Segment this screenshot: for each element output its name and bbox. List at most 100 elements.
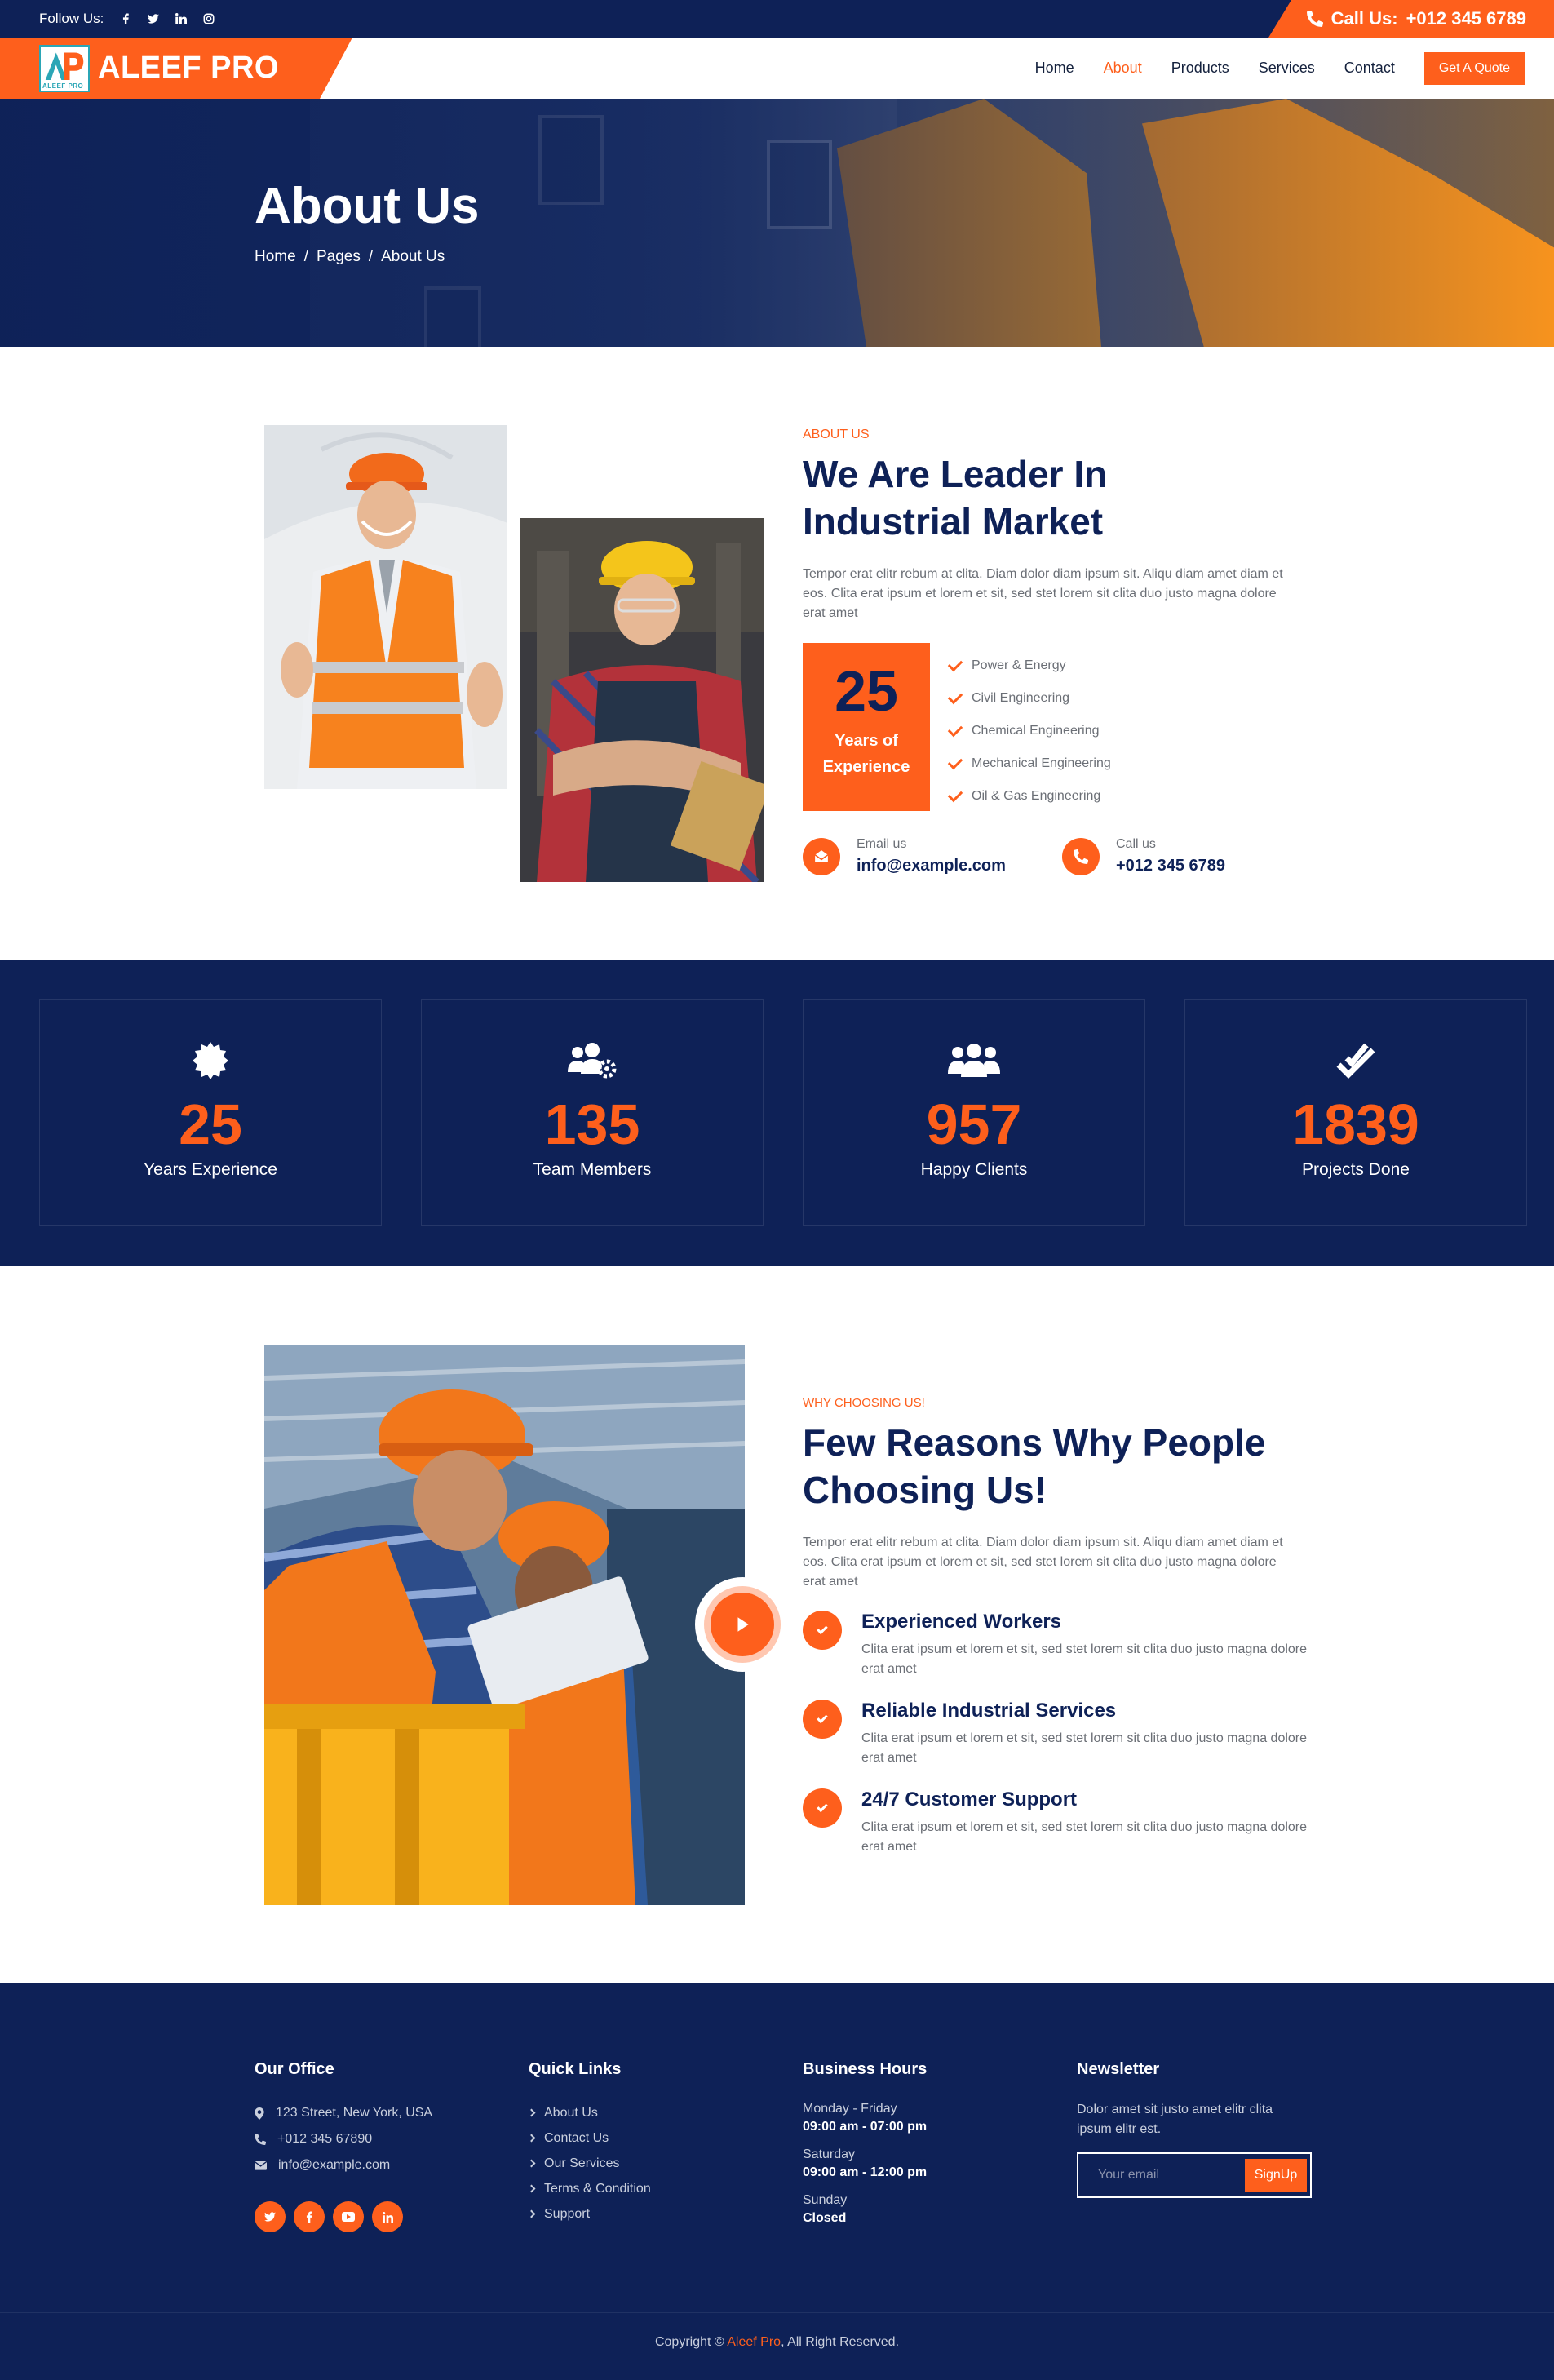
linkedin-icon[interactable] [372,2201,403,2232]
get-a-quote-button[interactable]: Get A Quote [1423,51,1525,85]
why-title-line2: Choosing Us! [803,1469,1047,1511]
call-number[interactable]: +012 345 6789 [1406,8,1526,29]
stats-section: 25 Years Experience 135 Team Members 957… [0,960,1554,1266]
stat-team-members: 135 Team Members [421,999,764,1226]
users-cog-icon [422,1036,763,1085]
instagram-icon[interactable] [203,13,215,24]
nav-contact[interactable]: Contact [1344,60,1395,77]
newsletter-text: Dolor amet sit justo amet elitr clita ip… [1077,2103,1273,2136]
checklist-item: Mechanical Engineering [947,747,1111,780]
call-label: Call Us: [1330,8,1398,29]
footer-newsletter: Newsletter Dolor amet sit justo amet eli… [1077,2060,1322,2198]
footer-link-label: Contact Us [544,2130,609,2145]
nav-home[interactable]: Home [1035,60,1074,77]
feature-title: 24/7 Customer Support [861,1788,1078,1810]
stat-number: 957 [926,1092,1022,1156]
main-navbar: ALEEF PRO ALEEF PRO Home About Products … [0,38,1554,99]
nav-about[interactable]: About [1104,60,1142,77]
footer-link-about[interactable]: About Us [527,2100,757,2125]
twitter-icon[interactable] [148,13,160,24]
email-contact[interactable]: Email us info@example.com [803,837,1006,875]
hours-day: Sunday [803,2193,848,2207]
experience-text: Years of Experience [803,728,930,780]
check-icon [947,754,963,770]
phone-icon [1062,837,1100,875]
breadcrumb-pages[interactable]: Pages [317,248,361,266]
logo-mark: ALEEF PRO [39,44,90,92]
footer-link-services[interactable]: Our Services [527,2151,757,2176]
checklist-label: Mechanical Engineering [972,756,1111,770]
about-image-1 [264,425,507,789]
brand-logo[interactable]: ALEEF PRO ALEEF PRO [0,38,352,99]
copyright-suffix: , All Right Reserved. [781,2335,900,2349]
checklist-label: Chemical Engineering [972,724,1100,738]
youtube-icon[interactable] [333,2201,364,2232]
footer-link-label: Support [544,2206,591,2221]
hours-time: 09:00 am - 07:00 pm [803,2120,928,2134]
phone-contact[interactable]: Call us +012 345 6789 [1062,837,1225,875]
copyright-brand-link[interactable]: Aleef Pro [727,2335,781,2349]
stat-number: 25 [179,1092,242,1156]
facebook-icon[interactable] [294,2201,325,2232]
why-sub-label: WHY CHOOSING US! [803,1396,925,1410]
newsletter-form: Your email SignUp [1077,2152,1312,2198]
footer-link-support[interactable]: Support [527,2201,757,2227]
map-marker-icon [255,2107,264,2120]
copyright-prefix: Copyright © [654,2335,728,2349]
hours-day: Monday - Friday [803,2102,897,2116]
service-checklist: Power & Energy Civil Engineering Chemica… [947,649,1111,813]
chevron-right-icon [527,2184,536,2193]
footer-email-text[interactable]: info@example.com [278,2158,390,2173]
about-image-2 [520,518,764,882]
nav-menu: Home About Products Services Contact Get… [1035,38,1525,99]
experience-line2: Experience [822,758,910,776]
experience-badge: 25 Years of Experience [803,643,930,811]
breadcrumb: Home / Pages / About Us [255,248,445,266]
facebook-icon[interactable] [120,13,131,24]
nav-products[interactable]: Products [1171,60,1229,77]
follow-us: Follow Us: [39,0,215,38]
envelope-icon [803,837,840,875]
site-footer: Our Office 123 Street, New York, USA +01… [0,1983,1554,2380]
worker-male-illustration [264,425,507,789]
why-title-line1: Few Reasons Why People [803,1421,1266,1464]
feature-experienced-workers: Experienced Workers Clita erat ipsum et … [803,1611,1374,1684]
stat-happy-clients: 957 Happy Clients [803,999,1145,1226]
call-us-box[interactable]: Call Us: +012 345 6789 [1268,0,1554,38]
feature-desc: Clita erat ipsum et lorem et sit, sed st… [861,1642,1308,1676]
logo-text: ALEEF PRO [98,51,279,85]
footer-address: 123 Street, New York, USA [255,2100,499,2126]
feature-title: Reliable Industrial Services [861,1700,1117,1722]
footer-social [255,2201,499,2232]
top-bar: Follow Us: Call Us: +012 345 6789 [0,0,1554,38]
footer-link-label: Our Services [544,2156,620,2170]
signup-button[interactable]: SignUp [1245,2159,1307,2192]
email-value[interactable]: info@example.com [857,857,1006,875]
footer-link-contact[interactable]: Contact Us [527,2125,757,2151]
check-icon [947,787,963,803]
footer-phone-text[interactable]: +012 345 67890 [277,2132,372,2147]
phone-icon [255,2134,266,2145]
linkedin-icon[interactable] [175,13,188,24]
footer-quick-links: Quick Links About Us Contact Us Our Serv… [527,2060,757,2227]
checklist-item: Oil & Gas Engineering [947,780,1111,813]
envelope-icon [255,2161,267,2170]
stat-label: Projects Done [1302,1160,1410,1179]
hours-time: Closed [803,2211,847,2225]
about-title: We Are Leader In Industrial Market [803,450,1107,545]
footer-address-text: 123 Street, New York, USA [276,2106,433,2120]
footer-link-label: About Us [544,2105,598,2120]
breadcrumb-separator: / [303,248,308,265]
check-icon [947,721,963,738]
nav-services[interactable]: Services [1259,60,1315,77]
hours-day: Saturday [803,2147,856,2161]
checklist-label: Power & Energy [972,658,1066,672]
breadcrumb-home[interactable]: Home [255,248,296,266]
twitter-icon[interactable] [255,2201,286,2232]
call-value[interactable]: +012 345 6789 [1116,857,1225,875]
newsletter-email-input[interactable]: Your email [1098,2168,1159,2183]
video-play-button[interactable] [695,1577,790,1672]
footer-link-terms[interactable]: Terms & Condition [527,2176,757,2201]
check-circle-icon [803,1700,842,1739]
footer-newsletter-title: Newsletter [1077,2060,1160,2078]
